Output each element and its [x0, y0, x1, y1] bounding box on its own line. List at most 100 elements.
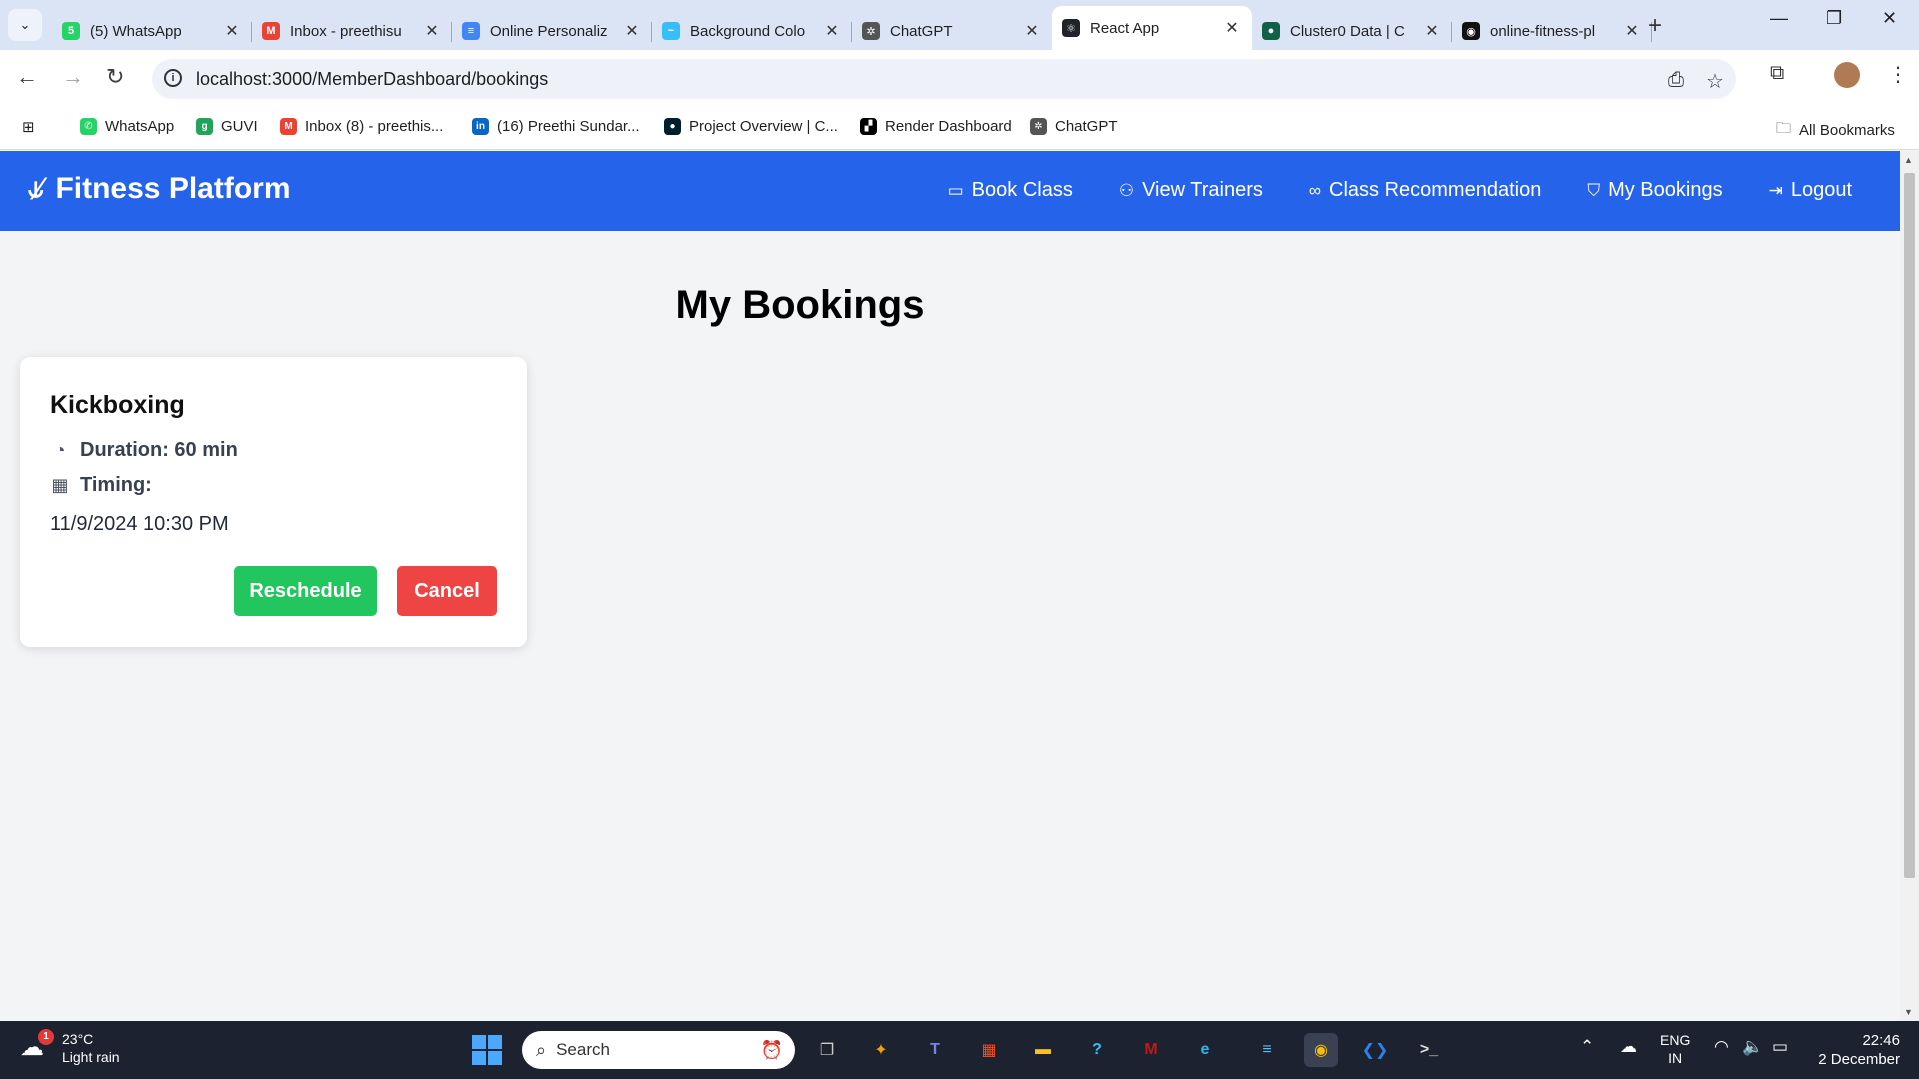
browser-tab[interactable]: M Inbox - preethisu ✕	[252, 12, 452, 50]
dumbbell-icon: ⫝̸	[28, 173, 44, 203]
nav-link-label: View Trainers	[1142, 179, 1263, 201]
bookmark-label: Inbox (8) - preethis...	[305, 118, 444, 135]
install-app-icon[interactable]: ⎙	[1668, 69, 1684, 92]
tab-title: (5) WhatsApp	[90, 22, 182, 40]
forward-icon[interactable]: →	[62, 64, 84, 90]
bookmark-label: WhatsApp	[105, 118, 175, 135]
bookmark-item[interactable]: ● Project Overview | C...	[664, 118, 838, 135]
bookmark-item[interactable]: ▞ Render Dashboard	[860, 118, 1012, 135]
vscode-icon[interactable]: ❮❯	[1358, 1033, 1392, 1067]
extensions-icon[interactable]: ⧉	[1770, 62, 1784, 85]
teams-icon[interactable]: T	[918, 1033, 952, 1067]
bookmark-item[interactable]: ✲ ChatGPT	[1030, 118, 1118, 135]
guvi-icon: g	[196, 118, 213, 135]
windows-taskbar: ☁ 1 23°C Light rain ⌕ Search ⏰ ❐ ✦ T ▦ ▬ …	[0, 1021, 1919, 1079]
site-info-icon[interactable]: i	[164, 69, 182, 87]
volume-icon[interactable]: 🔈	[1742, 1037, 1763, 1057]
browser-tab[interactable]: ≡ Online Personaliz ✕	[452, 12, 652, 50]
browser-tab[interactable]: ◉ online-fitness-pl ✕	[1452, 12, 1652, 50]
browser-tab[interactable]: ● Cluster0 Data | C ✕	[1252, 12, 1452, 50]
all-bookmarks-button[interactable]: 🗀 All Bookmarks	[1776, 118, 1895, 143]
render-icon: ▞	[860, 118, 877, 135]
all-bookmarks-label: All Bookmarks	[1799, 122, 1895, 139]
brand-name: Fitness Platform	[55, 172, 291, 205]
system-clock[interactable]: 22:46 2 December	[1810, 1031, 1900, 1069]
onedrive-icon[interactable]: ☁	[1620, 1037, 1637, 1057]
battery-icon[interactable]: ▭	[1772, 1037, 1788, 1057]
tray-chevron-icon[interactable]: ⌃	[1580, 1037, 1594, 1057]
new-tab-button[interactable]: +	[1648, 12, 1662, 40]
bookmark-item[interactable]: in (16) Preethi Sundar...	[472, 118, 640, 135]
wifi-icon[interactable]: ◠	[1714, 1037, 1729, 1057]
scroll-up-icon[interactable]: ▲	[1904, 155, 1913, 165]
bookmark-star-icon[interactable]: ☆	[1706, 69, 1724, 94]
scroll-down-icon[interactable]: ▼	[1904, 1007, 1913, 1017]
menu-dots-icon[interactable]: ⋮	[1888, 62, 1908, 87]
taskbar-search[interactable]: ⌕ Search ⏰	[522, 1031, 795, 1069]
bookmark-label: Render Dashboard	[885, 118, 1012, 135]
tab-title: ChatGPT	[890, 22, 953, 40]
help-icon[interactable]: ?	[1080, 1033, 1114, 1067]
scrollbar-thumb[interactable]	[1904, 173, 1915, 878]
bookmark-item[interactable]: g GUVI	[196, 118, 258, 135]
brand-logo[interactable]: ⫝̸ Fitness Platform	[28, 172, 291, 206]
close-tab-icon[interactable]: ✕	[222, 21, 242, 41]
notepad-icon[interactable]: ≡	[1250, 1033, 1284, 1067]
close-tab-icon[interactable]: ✕	[822, 21, 842, 41]
folder-icon: 🗀	[1776, 120, 1792, 137]
apps-grid-icon[interactable]: ⊞	[22, 118, 35, 136]
page-scrollbar[interactable]: ▲ ▼	[1900, 151, 1919, 1021]
nav-link-label: Book Class	[971, 179, 1073, 201]
task-view-icon[interactable]: ❐	[810, 1033, 844, 1067]
tab-search-button[interactable]: ⌄	[8, 9, 42, 41]
restore-icon[interactable]: ❐	[1826, 8, 1842, 29]
bookmark-item[interactable]: ✆ WhatsApp	[80, 118, 174, 135]
language-indicator[interactable]: ENG IN	[1660, 1031, 1690, 1067]
minimize-icon[interactable]: —	[1770, 8, 1788, 29]
cancel-button[interactable]: Cancel	[397, 566, 497, 616]
chatgpt-icon: ✲	[1030, 118, 1047, 135]
tab-title: React App	[1090, 19, 1160, 37]
close-tab-icon[interactable]: ✕	[1422, 21, 1442, 41]
nav-link-view-trainers[interactable]: ⚇ View Trainers	[1119, 179, 1263, 202]
mcafee-icon[interactable]: M	[1134, 1033, 1168, 1067]
reload-icon[interactable]: ↻	[106, 64, 124, 90]
nav-link-book-class[interactable]: ▭ Book Class	[948, 179, 1073, 202]
store-icon[interactable]: ▦	[972, 1033, 1006, 1067]
close-tab-icon[interactable]: ✕	[422, 21, 442, 41]
terminal-icon[interactable]: >_	[1412, 1033, 1446, 1067]
file-explorer-icon[interactable]: ▬	[1026, 1033, 1060, 1067]
whatsapp-icon: 5	[62, 22, 80, 40]
browser-tab[interactable]: ⚛ React App ✕	[1052, 6, 1252, 50]
app-navbar: ⫝̸ Fitness Platform ▭ Book Class ⚇ View Tra…	[0, 151, 1900, 231]
close-tab-icon[interactable]: ✕	[1022, 21, 1042, 41]
copilot-icon[interactable]: ✦	[864, 1033, 898, 1067]
nav-link-class-recommendation[interactable]: ∞ Class Recommendation	[1309, 179, 1541, 202]
nav-link-my-bookings[interactable]: ⛉ My Bookings	[1587, 179, 1722, 202]
bookmark-item[interactable]: M Inbox (8) - preethis...	[280, 118, 443, 135]
close-tab-icon[interactable]: ✕	[1222, 18, 1242, 38]
close-tab-icon[interactable]: ✕	[1622, 21, 1642, 41]
chevron-down-icon: ⌄	[19, 17, 31, 32]
url-text[interactable]: localhost:3000/MemberDashboard/bookings	[196, 69, 548, 90]
windows-start-icon[interactable]	[472, 1035, 502, 1065]
tab-title: online-fitness-pl	[1490, 22, 1596, 40]
browser-tab[interactable]: ✲ ChatGPT ✕	[852, 12, 1052, 50]
handshake-icon: ∞	[1308, 180, 1321, 200]
edge-icon[interactable]: e	[1188, 1033, 1222, 1067]
timing-value: 11/9/2024 10:30 PM	[50, 513, 229, 535]
profile-avatar[interactable]	[1834, 62, 1860, 88]
nav-link-logout[interactable]: ⇥ Logout	[1769, 179, 1852, 202]
back-icon[interactable]: ←	[16, 64, 38, 90]
page-title: My Bookings	[675, 283, 925, 327]
main-content: My Bookings Kickboxing ◔ Duration: 60 mi…	[0, 231, 1900, 1021]
chrome-icon[interactable]: ◉	[1304, 1033, 1338, 1067]
chatgpt-icon: ✲	[862, 22, 880, 40]
weather-widget[interactable]: ☁ 1 23°C Light rain	[20, 1029, 120, 1066]
close-tab-icon[interactable]: ✕	[622, 21, 642, 41]
close-window-icon[interactable]: ✕	[1882, 8, 1897, 29]
browser-tab[interactable]: 5 (5) WhatsApp ✕	[52, 12, 252, 50]
address-bar[interactable]: i localhost:3000/MemberDashboard/booking…	[152, 59, 1736, 99]
reschedule-button[interactable]: Reschedule	[234, 566, 377, 616]
browser-tab[interactable]: ~ Background Colo ✕	[652, 12, 852, 50]
